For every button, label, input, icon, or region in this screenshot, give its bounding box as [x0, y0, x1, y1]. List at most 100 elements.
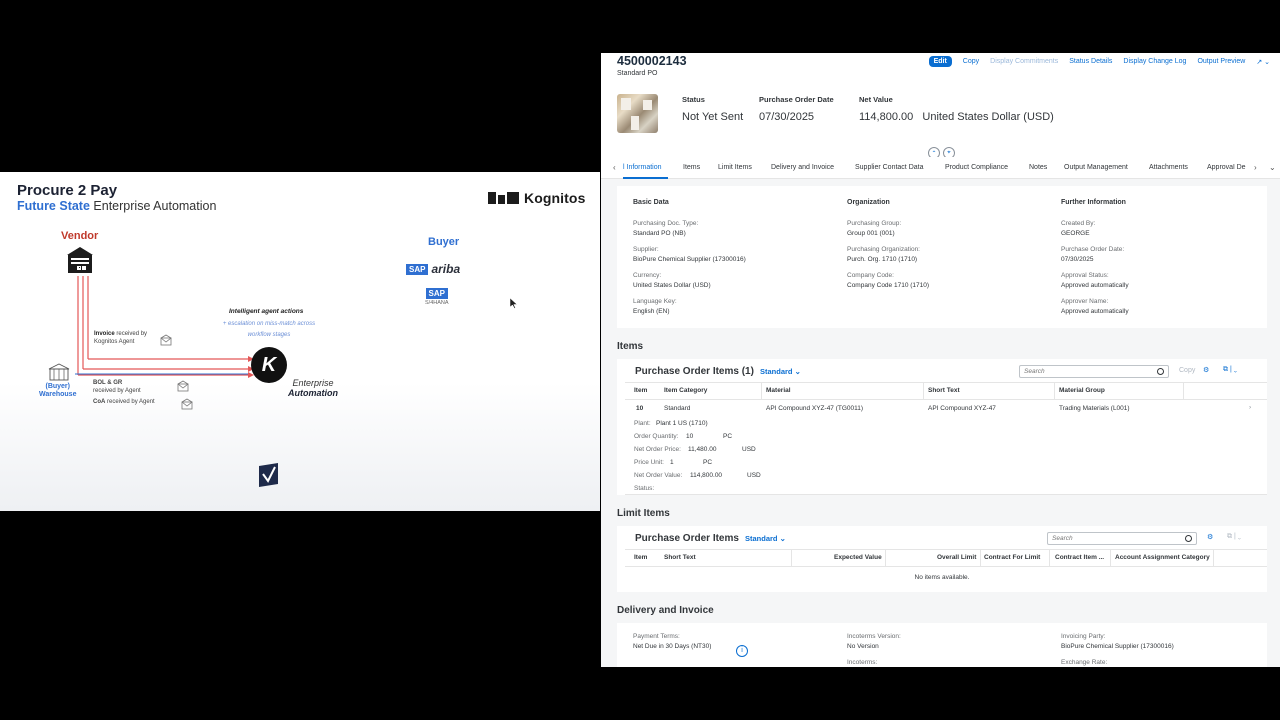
search-icon[interactable] [1185, 535, 1192, 542]
items-table-card: Purchase Order Items (1) Standard ⌄ Sear… [617, 359, 1267, 495]
display-change-log-button[interactable]: Display Change Log [1123, 58, 1186, 65]
field-label: Exchange Rate: [1061, 659, 1108, 666]
sap-s4-badge: SAP [425, 288, 448, 299]
export-icon[interactable]: ⧉ | ⌄ [1223, 366, 1237, 374]
col-item[interactable]: Item [634, 387, 647, 394]
tab-items[interactable]: Items [683, 164, 700, 171]
items-variant-selector[interactable]: Standard ⌄ [760, 367, 801, 376]
search-icon[interactable] [1157, 368, 1164, 375]
items-search-placeholder: Search [1024, 368, 1045, 375]
limit-variant-selector[interactable]: Standard ⌄ [745, 534, 786, 543]
tabs-scroll-right-icon[interactable]: › [1254, 163, 1257, 172]
buyer-warehouse-label: (Buyer) Warehouse [39, 383, 76, 399]
divider [625, 549, 1267, 550]
row-item: 10 [636, 405, 644, 412]
field-label: Incoterms Version: [847, 633, 901, 640]
col-overall-limit[interactable]: Overall Limit [937, 554, 976, 561]
invoice-note: Invoice received by Kognitos Agent [94, 330, 147, 346]
tabs-overflow-icon[interactable]: ⌄ [1269, 163, 1276, 172]
col-short-text[interactable]: Short Text [664, 554, 696, 561]
field-label: Created By: [1061, 220, 1096, 227]
detail-value: Plant 1 US (1710) [656, 420, 708, 427]
sap-purchase-order-app: 4500002143 Standard PO Edit Copy Display… [601, 53, 1280, 667]
divider [1110, 550, 1111, 566]
col-account-assignment-category[interactable]: Account Assignment Category [1115, 554, 1210, 561]
row-navigation-icon[interactable]: › [1249, 404, 1251, 411]
detail-label: Net Order Value: [634, 472, 683, 479]
detail-unit: USD [742, 446, 756, 453]
divider [1049, 550, 1050, 566]
s4hana-label: S/4HANA [425, 300, 449, 306]
tab-supplier-contact-data[interactable]: Supplier Contact Data [855, 164, 923, 171]
display-commitments-button[interactable]: Display Commitments [990, 58, 1058, 65]
divider [885, 550, 886, 566]
enterprise-line1: Enterprise [292, 378, 334, 388]
col-item-category[interactable]: Item Category [664, 387, 707, 394]
row-category: Standard [664, 405, 691, 412]
col-contract-for-limit[interactable]: Contract For Limit [984, 554, 1040, 561]
col-contract-item[interactable]: Contract Item ... [1055, 554, 1104, 561]
export-icon[interactable]: ⧉ | ⌄ [1227, 533, 1241, 541]
divider [625, 566, 1267, 567]
net-value-kpi-value: 114,800.00 United States Dollar (USD) [859, 111, 1054, 123]
output-preview-button[interactable]: Output Preview [1197, 58, 1245, 65]
col-expected-value[interactable]: Expected Value [834, 554, 882, 561]
copy-button[interactable]: Copy [963, 58, 979, 65]
col-short-text[interactable]: Short Text [928, 387, 960, 394]
tab-product-compliance[interactable]: Product Compliance [945, 164, 1008, 171]
product-image [617, 94, 658, 133]
tab-attachments[interactable]: Attachments [1149, 164, 1188, 171]
po-type: Standard PO [617, 70, 658, 77]
field-label: Purchasing Organization: [847, 246, 920, 253]
tab-notes[interactable]: Notes [1029, 164, 1047, 171]
detail-unit: PC [723, 433, 733, 440]
field-value: Purch. Org. 1710 (1710) [847, 256, 918, 263]
tab-approval-details[interactable]: Approval De [1207, 164, 1249, 171]
settings-gear-icon[interactable]: ⚙ [1203, 366, 1209, 374]
items-copy-button[interactable]: Copy [1179, 367, 1195, 374]
slide-subtitle: Future State Enterprise Automation [17, 199, 216, 213]
field-value: Company Code 1710 (1710) [847, 282, 930, 289]
tab-output-management[interactable]: Output Management [1064, 164, 1128, 171]
mouse-cursor-icon [510, 298, 518, 309]
subtitle-highlight: Future State [17, 199, 90, 213]
limit-search-input[interactable]: Search [1047, 532, 1197, 545]
field-label: Currency: [633, 272, 662, 279]
kognitos-agent-icon: K [251, 347, 287, 383]
divider [923, 383, 924, 399]
tab-delivery-and-invoice[interactable]: Delivery and Invoice [771, 164, 834, 171]
col-material-group[interactable]: Material Group [1059, 387, 1105, 394]
info-icon[interactable]: i [736, 645, 748, 657]
header-actions: Edit Copy Display Commitments Status Det… [928, 56, 1270, 67]
share-icon[interactable]: ↗︎ ⌄ [1256, 58, 1270, 66]
divider [625, 382, 1267, 383]
coa-mail-icon [181, 398, 193, 410]
field-label: Invoicing Party: [1061, 633, 1106, 640]
items-search-input[interactable]: Search [1019, 365, 1169, 378]
col-material[interactable]: Material [766, 387, 791, 394]
delivery-invoice-section-title: Delivery and Invoice [617, 605, 714, 616]
buyer-wh-line1: (Buyer) [45, 383, 70, 390]
basic-data-title: Basic Data [633, 199, 669, 206]
tab-general-information[interactable]: l Information [623, 164, 662, 171]
detail-unit: USD [747, 472, 761, 479]
limit-items-table-card: Purchase Order Items Standard ⌄ Search ⚙… [617, 526, 1267, 592]
settings-gear-icon[interactable]: ⚙ [1207, 533, 1213, 541]
sap-badge: SAP [406, 263, 429, 275]
sap-ariba-logo: SAP ariba [406, 262, 460, 276]
row-short-text: API Compound XYZ-47 [928, 405, 996, 412]
detail-label: Order Quantity: [634, 433, 679, 440]
field-value: BioPure Chemical Supplier (17300016) [1061, 643, 1174, 650]
field-value: No Version [847, 643, 879, 650]
edit-button[interactable]: Edit [928, 56, 952, 67]
col-item[interactable]: Item [634, 554, 647, 561]
slide-title: Procure 2 Pay [17, 182, 118, 199]
status-details-button[interactable]: Status Details [1069, 58, 1112, 65]
k-letter: K [261, 353, 277, 376]
bol-mail-icon [177, 380, 189, 392]
tabs-scroll-left-icon[interactable]: ‹ [613, 163, 616, 172]
po-date-kpi-value: 07/30/2025 [759, 111, 815, 123]
divider [1213, 550, 1214, 566]
tab-limit-items[interactable]: Limit Items [718, 164, 752, 171]
items-section-title: Items [617, 341, 644, 352]
